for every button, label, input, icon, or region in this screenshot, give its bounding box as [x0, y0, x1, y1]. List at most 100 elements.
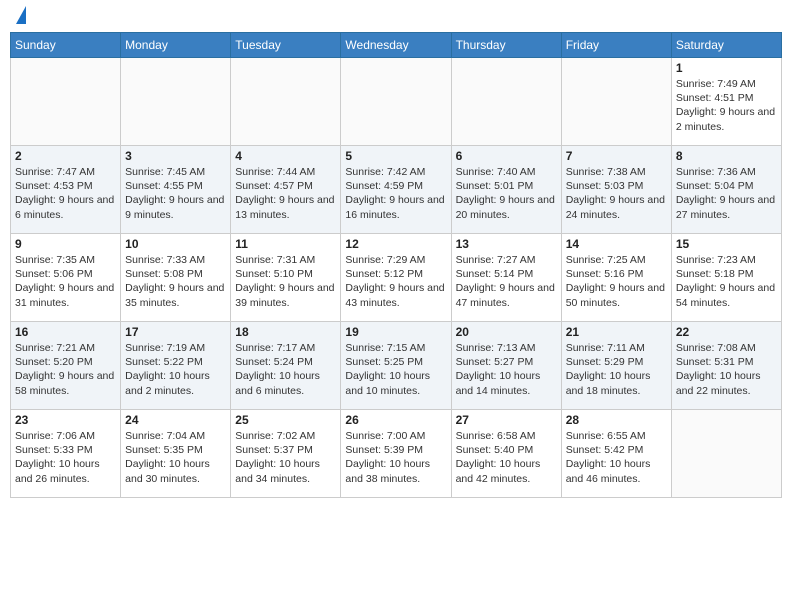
- day-number: 4: [235, 149, 336, 163]
- calendar-table: SundayMondayTuesdayWednesdayThursdayFrid…: [10, 32, 782, 498]
- day-number: 24: [125, 413, 226, 427]
- day-number: 9: [15, 237, 116, 251]
- calendar-week-3: 9 Sunrise: 7:35 AM Sunset: 5:06 PM Daylig…: [11, 234, 782, 322]
- calendar-cell: 2 Sunrise: 7:47 AM Sunset: 4:53 PM Daylig…: [11, 146, 121, 234]
- day-detail-text: Sunrise: 6:58 AM Sunset: 5:40 PM Dayligh…: [456, 430, 541, 485]
- calendar-week-4: 16 Sunrise: 7:21 AM Sunset: 5:20 PM Dayli…: [11, 322, 782, 410]
- day-number: 13: [456, 237, 557, 251]
- day-number: 5: [345, 149, 446, 163]
- calendar-cell: 4 Sunrise: 7:44 AM Sunset: 4:57 PM Daylig…: [231, 146, 341, 234]
- col-header-monday: Monday: [121, 33, 231, 58]
- day-detail-text: Sunrise: 7:42 AM Sunset: 4:59 PM Dayligh…: [345, 166, 444, 221]
- day-detail-text: Sunrise: 7:00 AM Sunset: 5:39 PM Dayligh…: [345, 430, 430, 485]
- col-header-friday: Friday: [561, 33, 671, 58]
- day-detail-text: Sunrise: 7:21 AM Sunset: 5:20 PM Dayligh…: [15, 342, 114, 397]
- calendar-cell: [451, 58, 561, 146]
- calendar-cell: 19 Sunrise: 7:15 AM Sunset: 5:25 PM Dayli…: [341, 322, 451, 410]
- day-number: 21: [566, 325, 667, 339]
- calendar-week-2: 2 Sunrise: 7:47 AM Sunset: 4:53 PM Daylig…: [11, 146, 782, 234]
- calendar-cell: 1Sunrise: 7:49 AM Sunset: 4:51 PM Daylig…: [671, 58, 781, 146]
- calendar-cell: 14 Sunrise: 7:25 AM Sunset: 5:16 PM Dayli…: [561, 234, 671, 322]
- day-number: 16: [15, 325, 116, 339]
- day-detail-text: Sunrise: 7:40 AM Sunset: 5:01 PM Dayligh…: [456, 166, 555, 221]
- day-detail-text: Sunrise: 7:08 AM Sunset: 5:31 PM Dayligh…: [676, 342, 761, 397]
- day-detail-text: Sunrise: 7:45 AM Sunset: 4:55 PM Dayligh…: [125, 166, 224, 221]
- day-detail-text: Sunrise: 7:11 AM Sunset: 5:29 PM Dayligh…: [566, 342, 651, 397]
- logo-triangle-icon: [16, 6, 26, 24]
- calendar-cell: 9 Sunrise: 7:35 AM Sunset: 5:06 PM Daylig…: [11, 234, 121, 322]
- day-number: 27: [456, 413, 557, 427]
- day-number: 20: [456, 325, 557, 339]
- day-detail-text: Sunrise: 7:47 AM Sunset: 4:53 PM Dayligh…: [15, 166, 114, 221]
- day-detail-text: Sunrise: 7:33 AM Sunset: 5:08 PM Dayligh…: [125, 254, 224, 309]
- day-detail-text: Sunrise: 7:04 AM Sunset: 5:35 PM Dayligh…: [125, 430, 210, 485]
- day-number: 6: [456, 149, 557, 163]
- day-number: 25: [235, 413, 336, 427]
- day-detail-text: Sunrise: 6:55 AM Sunset: 5:42 PM Dayligh…: [566, 430, 651, 485]
- day-number: 19: [345, 325, 446, 339]
- calendar-cell: 13 Sunrise: 7:27 AM Sunset: 5:14 PM Dayli…: [451, 234, 561, 322]
- calendar-cell: 28 Sunrise: 6:55 AM Sunset: 5:42 PM Dayli…: [561, 410, 671, 498]
- day-number: 22: [676, 325, 777, 339]
- col-header-saturday: Saturday: [671, 33, 781, 58]
- day-detail-text: Sunrise: 7:02 AM Sunset: 5:37 PM Dayligh…: [235, 430, 320, 485]
- day-number: 28: [566, 413, 667, 427]
- day-detail-text: Sunrise: 7:13 AM Sunset: 5:27 PM Dayligh…: [456, 342, 541, 397]
- col-header-tuesday: Tuesday: [231, 33, 341, 58]
- calendar-week-1: 1Sunrise: 7:49 AM Sunset: 4:51 PM Daylig…: [11, 58, 782, 146]
- calendar-cell: 15 Sunrise: 7:23 AM Sunset: 5:18 PM Dayli…: [671, 234, 781, 322]
- day-detail-text: Sunrise: 7:25 AM Sunset: 5:16 PM Dayligh…: [566, 254, 665, 309]
- calendar-cell: 10Sunrise: 7:33 AM Sunset: 5:08 PM Dayli…: [121, 234, 231, 322]
- logo: [14, 10, 26, 24]
- day-number: 11: [235, 237, 336, 251]
- calendar-cell: 23 Sunrise: 7:06 AM Sunset: 5:33 PM Dayli…: [11, 410, 121, 498]
- calendar-cell: 22 Sunrise: 7:08 AM Sunset: 5:31 PM Dayli…: [671, 322, 781, 410]
- calendar-cell: 20 Sunrise: 7:13 AM Sunset: 5:27 PM Dayli…: [451, 322, 561, 410]
- day-number: 18: [235, 325, 336, 339]
- calendar-cell: 25 Sunrise: 7:02 AM Sunset: 5:37 PM Dayli…: [231, 410, 341, 498]
- day-number: 23: [15, 413, 116, 427]
- calendar-cell: 27 Sunrise: 6:58 AM Sunset: 5:40 PM Dayli…: [451, 410, 561, 498]
- day-number: 8: [676, 149, 777, 163]
- day-number: 7: [566, 149, 667, 163]
- calendar-cell: [341, 58, 451, 146]
- day-detail-text: Sunrise: 7:27 AM Sunset: 5:14 PM Dayligh…: [456, 254, 555, 309]
- day-detail-text: Sunrise: 7:38 AM Sunset: 5:03 PM Dayligh…: [566, 166, 665, 221]
- day-number: 17: [125, 325, 226, 339]
- day-detail-text: Sunrise: 7:19 AM Sunset: 5:22 PM Dayligh…: [125, 342, 210, 397]
- calendar-cell: 3Sunrise: 7:45 AM Sunset: 4:55 PM Daylig…: [121, 146, 231, 234]
- day-detail-text: Sunrise: 7:44 AM Sunset: 4:57 PM Dayligh…: [235, 166, 334, 221]
- page-header: [10, 10, 782, 24]
- calendar-cell: 21 Sunrise: 7:11 AM Sunset: 5:29 PM Dayli…: [561, 322, 671, 410]
- logo-text: [14, 10, 26, 24]
- calendar-cell: 17 Sunrise: 7:19 AM Sunset: 5:22 PM Dayli…: [121, 322, 231, 410]
- day-detail-text: Sunrise: 7:31 AM Sunset: 5:10 PM Dayligh…: [235, 254, 334, 309]
- day-detail-text: Sunrise: 7:35 AM Sunset: 5:06 PM Dayligh…: [15, 254, 114, 309]
- calendar-cell: [11, 58, 121, 146]
- col-header-sunday: Sunday: [11, 33, 121, 58]
- calendar-header-row: SundayMondayTuesdayWednesdayThursdayFrid…: [11, 33, 782, 58]
- calendar-cell: 26Sunrise: 7:00 AM Sunset: 5:39 PM Dayli…: [341, 410, 451, 498]
- day-detail-text: Sunrise: 7:23 AM Sunset: 5:18 PM Dayligh…: [676, 254, 775, 309]
- day-detail-text: Sunrise: 7:36 AM Sunset: 5:04 PM Dayligh…: [676, 166, 775, 221]
- day-number: 2: [15, 149, 116, 163]
- col-header-thursday: Thursday: [451, 33, 561, 58]
- calendar-cell: 11 Sunrise: 7:31 AM Sunset: 5:10 PM Dayli…: [231, 234, 341, 322]
- day-detail-text: Sunrise: 7:17 AM Sunset: 5:24 PM Dayligh…: [235, 342, 320, 397]
- calendar-cell: 12Sunrise: 7:29 AM Sunset: 5:12 PM Dayli…: [341, 234, 451, 322]
- calendar-cell: 5 Sunrise: 7:42 AM Sunset: 4:59 PM Daylig…: [341, 146, 451, 234]
- calendar-week-5: 23 Sunrise: 7:06 AM Sunset: 5:33 PM Dayli…: [11, 410, 782, 498]
- day-detail-text: Sunrise: 7:15 AM Sunset: 5:25 PM Dayligh…: [345, 342, 430, 397]
- calendar-cell: 6 Sunrise: 7:40 AM Sunset: 5:01 PM Daylig…: [451, 146, 561, 234]
- calendar-cell: [121, 58, 231, 146]
- day-detail-text: Sunrise: 7:49 AM Sunset: 4:51 PM Dayligh…: [676, 78, 775, 133]
- col-header-wednesday: Wednesday: [341, 33, 451, 58]
- calendar-cell: 24 Sunrise: 7:04 AM Sunset: 5:35 PM Dayli…: [121, 410, 231, 498]
- day-number: 14: [566, 237, 667, 251]
- calendar-cell: [671, 410, 781, 498]
- day-number: 12: [345, 237, 446, 251]
- day-detail-text: Sunrise: 7:06 AM Sunset: 5:33 PM Dayligh…: [15, 430, 100, 485]
- calendar-cell: 16 Sunrise: 7:21 AM Sunset: 5:20 PM Dayli…: [11, 322, 121, 410]
- calendar-cell: 8 Sunrise: 7:36 AM Sunset: 5:04 PM Daylig…: [671, 146, 781, 234]
- day-number: 15: [676, 237, 777, 251]
